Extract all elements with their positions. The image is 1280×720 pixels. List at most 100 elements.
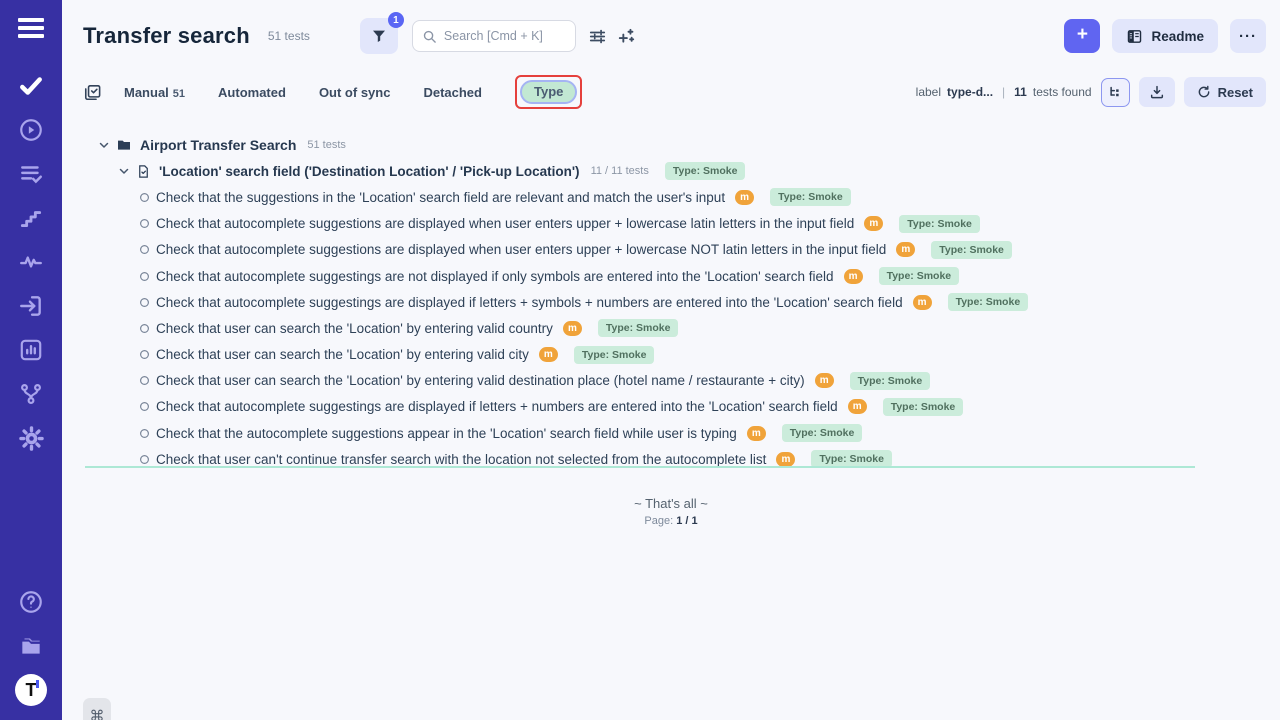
circle-status-icon: [139, 375, 150, 386]
sidebar-item-help[interactable]: [0, 580, 62, 624]
steps-icon: [18, 205, 44, 231]
hamburger-menu-icon[interactable]: [0, 6, 62, 50]
page-value: 1 / 1: [676, 515, 697, 527]
document-check-icon: [136, 164, 151, 179]
group-row[interactable]: 'Location' search field ('Destination Lo…: [118, 158, 1280, 184]
type-badge: Type: Smoke: [782, 424, 863, 442]
search-input[interactable]: [444, 29, 566, 43]
type-badge: Type: Smoke: [948, 293, 1029, 311]
tab-out-of-sync[interactable]: Out of sync: [319, 85, 391, 100]
group-name: 'Location' search field ('Destination Lo…: [159, 164, 580, 179]
type-badge: Type: Smoke: [598, 319, 679, 337]
sidebar-item-test-runs[interactable]: [0, 108, 62, 152]
sparkles-icon: [617, 27, 636, 46]
download-icon: [1149, 84, 1165, 100]
type-badge: Type: Smoke: [879, 267, 960, 285]
suite-count: 51 tests: [307, 139, 346, 151]
page-title: Transfer search: [83, 23, 250, 49]
reset-label: Reset: [1218, 85, 1253, 100]
tab-manual[interactable]: Manual 51: [124, 85, 185, 100]
chevron-down-icon[interactable]: [98, 139, 110, 151]
priority-badge: m: [563, 321, 582, 336]
sidebar-item-test-plans[interactable]: [0, 152, 62, 196]
suite-name: Airport Transfer Search: [140, 137, 296, 153]
sidebar-item-projects[interactable]: [0, 624, 62, 668]
funnel-icon: [371, 28, 387, 44]
type-badge: Type: Smoke: [770, 188, 851, 206]
sidebar-item-integrations[interactable]: [0, 372, 62, 416]
circle-status-icon: [139, 401, 150, 412]
label-value: type-d...: [947, 85, 993, 99]
display-settings-button[interactable]: [588, 27, 607, 46]
tree-view-icon: [1108, 85, 1123, 100]
circle-status-icon: [139, 244, 150, 255]
test-title: Check that autocomplete suggestings are …: [156, 399, 838, 414]
pagination: Page: 1 / 1: [62, 515, 1280, 527]
summary-divider: |: [1002, 85, 1005, 99]
avatar: T: [15, 674, 47, 706]
test-row[interactable]: Check that the autocomplete suggestions …: [139, 420, 1280, 446]
tab-detached[interactable]: Detached: [423, 85, 482, 100]
test-title: Check that user can search the 'Location…: [156, 321, 553, 336]
filter-count-badge: 1: [388, 12, 404, 28]
type-badge: Type: Smoke: [899, 215, 980, 233]
page-label: Page:: [644, 515, 673, 527]
list-check-icon: [18, 161, 44, 187]
sidebar-item-settings[interactable]: [0, 416, 62, 460]
test-row[interactable]: Check that user can search the 'Location…: [139, 368, 1280, 394]
suite-tests-count: 51 tests: [268, 29, 310, 43]
select-all-button[interactable]: [83, 83, 102, 102]
suite-row[interactable]: Airport Transfer Search 51 tests: [98, 132, 1280, 158]
tab-automated[interactable]: Automated: [218, 85, 286, 100]
filter-summary: label type-d... | 11 tests found: [916, 85, 1092, 99]
sidebar-nav: [0, 64, 62, 460]
readme-button[interactable]: Readme: [1112, 19, 1218, 53]
branch-icon: [18, 381, 44, 407]
sidebar-item-milestones[interactable]: [0, 196, 62, 240]
type-badge: Type: Smoke: [883, 398, 964, 416]
sliders-icon: [588, 27, 607, 46]
export-button[interactable]: [1139, 77, 1175, 107]
add-button[interactable]: +: [1064, 19, 1100, 53]
test-row[interactable]: Check that autocomplete suggestions are …: [139, 211, 1280, 237]
filter-summary-bar: label type-d... | 11 tests found: [916, 77, 1266, 107]
priority-badge: m: [896, 242, 915, 257]
ai-assist-button[interactable]: [617, 27, 636, 46]
keyboard-shortcuts-button[interactable]: ⌘: [83, 698, 111, 720]
sidebar-item-requirements[interactable]: [0, 284, 62, 328]
test-row[interactable]: Check that user can search the 'Location…: [139, 315, 1280, 341]
test-row[interactable]: Check that autocomplete suggestings are …: [139, 394, 1280, 420]
sidebar-item-defects[interactable]: [0, 240, 62, 284]
type-badge: Type: Smoke: [574, 346, 655, 364]
test-row[interactable]: Check that user can search the 'Location…: [139, 342, 1280, 368]
command-icon: ⌘: [90, 708, 105, 720]
test-row[interactable]: Check that the suggestions in the 'Locat…: [139, 184, 1280, 210]
workspace-avatar[interactable]: T: [0, 668, 62, 712]
checkbox-stack-icon: [83, 83, 102, 102]
filter-button[interactable]: 1: [360, 18, 398, 54]
test-row[interactable]: Check that autocomplete suggestings are …: [139, 289, 1280, 315]
folders-icon: [18, 633, 44, 659]
tree-view-toggle-button[interactable]: [1101, 78, 1130, 107]
search-box[interactable]: [412, 20, 576, 52]
more-options-button[interactable]: ···: [1230, 19, 1266, 53]
priority-badge: m: [913, 295, 932, 310]
sidebar-item-analytics[interactable]: [0, 328, 62, 372]
tab-manual-count: 51: [173, 88, 185, 100]
type-filter-chip[interactable]: Type: [520, 80, 577, 104]
test-tree: Airport Transfer Search 51 tests 'Locati…: [62, 112, 1280, 472]
tabs-row: Manual 51 Automated Out of sync Detached…: [62, 72, 1280, 112]
test-row[interactable]: Check that autocomplete suggestings are …: [139, 263, 1280, 289]
chevron-down-icon[interactable]: [118, 165, 130, 177]
type-badge: Type: Smoke: [665, 162, 746, 180]
test-row[interactable]: Check that autocomplete suggestions are …: [139, 237, 1280, 263]
reset-filters-button[interactable]: Reset: [1184, 77, 1266, 107]
test-row[interactable]: Check that user can't continue transfer …: [139, 446, 1280, 472]
sidebar-item-repository[interactable]: [0, 64, 62, 108]
tab-detached-label: Detached: [423, 85, 482, 100]
annotation-highlight-box: Type: [515, 75, 582, 109]
sidebar: T: [0, 0, 62, 720]
priority-badge: m: [539, 347, 558, 362]
circle-status-icon: [139, 349, 150, 360]
test-title: Check that autocomplete suggestions are …: [156, 216, 854, 231]
